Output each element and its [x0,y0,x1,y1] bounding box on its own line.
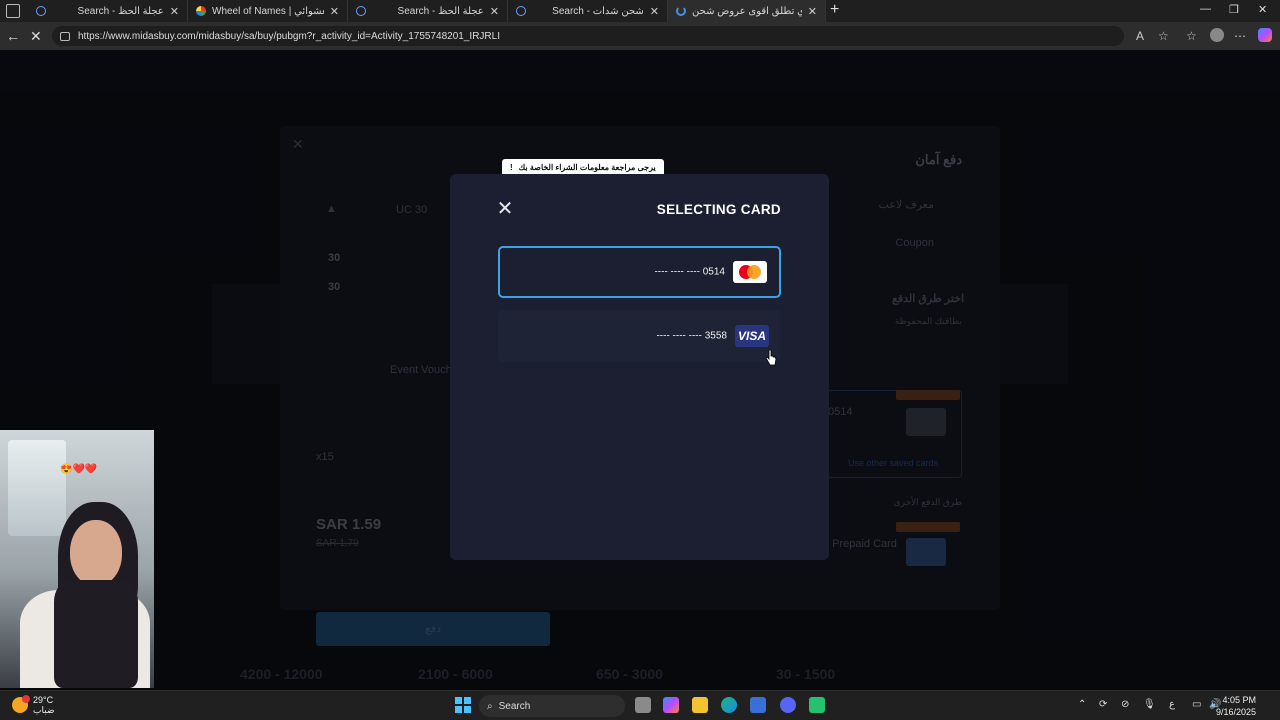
discord-icon[interactable] [780,697,796,713]
tab-search-1[interactable]: Search - عجلة الحظ ✕ [28,0,188,22]
tab-search-3[interactable]: Search - شحن شدات ✕ [508,0,668,22]
windows-start-icon[interactable] [455,697,471,713]
windows-taskbar: 29°C ضباب ⌕ Search ⌃ ⟳ ⊘ 🎙 ع ▭ 🔊 4:05 PM… [0,690,1280,720]
close-tab-icon[interactable]: ✕ [650,5,659,18]
visa-icon: VISA [735,325,769,347]
copilot-icon[interactable] [1258,28,1272,42]
input-language[interactable]: ع [1169,699,1175,710]
network-off-icon[interactable]: ⊘ [1121,699,1129,710]
loading-icon [676,6,686,16]
display-icon[interactable]: ▭ [1192,699,1201,710]
selecting-card-modal: ✕ SELECTING CARD ---- ---- ---- 0514 ---… [450,174,829,560]
close-tab-icon[interactable]: ✕ [170,5,179,18]
favorites-icon[interactable]: ☆ [1186,29,1197,43]
show-hidden-icons-icon[interactable]: ⌃ [1078,699,1086,710]
time: 4:05 PM [1222,695,1256,705]
tab-title: Search - عجلة الحظ [77,5,164,17]
search-label: Search [498,700,531,712]
tab-title: Search - شحن شدات [552,5,644,17]
search-icon: ⌕ [487,700,493,712]
task-view-icon[interactable] [635,697,651,713]
modal-title: SELECTING CARD [656,202,781,217]
tab-search-2[interactable]: Search - عجلة الحظ ✕ [348,0,508,22]
taskbar-search[interactable]: ⌕ Search [479,695,625,717]
car-window [8,440,66,536]
favorite-star-icon[interactable]: ☆ [1158,29,1169,43]
close-tab-icon[interactable]: ✕ [330,5,339,18]
weather-sun-icon [12,695,30,713]
file-explorer-icon[interactable] [692,697,708,713]
lock-icon[interactable] [60,31,70,41]
green-app-icon[interactable] [809,697,825,713]
card-number: ---- ---- ---- 0514 [654,266,725,278]
restore-icon[interactable]: ❐ [1229,3,1239,16]
browser-tab-bar: Search - عجلة الحظ ✕ Wheel of Names | ال… [0,0,1280,22]
card-option-visa[interactable]: ---- ---- ---- 3558 VISA [498,310,781,362]
new-tab-button[interactable]: + [830,1,846,19]
tab-actions-menu-icon[interactable] [6,4,20,18]
date: 9/16/2025 [1215,707,1256,717]
minimize-icon[interactable]: — [1200,3,1211,15]
edge-browser-icon[interactable] [721,697,737,713]
microsoft-store-icon[interactable] [750,697,766,713]
card-option-mastercard[interactable]: ---- ---- ---- 0514 [498,246,781,298]
sync-icon[interactable]: ⟳ [1099,699,1107,710]
back-arrow-icon[interactable]: ← [6,28,20,44]
tab-title: Wheel of Names | الاسم العشوائي [212,5,324,17]
tooltip-text: يرجى مراجعة معلومات الشراء الخاصة بك [518,163,656,172]
tab-title: Search - عجلة الحظ [397,5,484,17]
address-toolbar: ← ✕ https://www.midasbuy.com/midasbuy/sa… [0,22,1280,50]
weather-widget[interactable]: 29°C ضباب [12,695,55,715]
close-icon[interactable]: ✕ [496,199,514,219]
system-clock[interactable]: 4:05 PM 9/16/2025 [1216,694,1256,718]
wheel-icon [196,6,206,16]
tab-title: ميداس باي تطلق أقوى عروض شحن [692,5,802,17]
search-icon [356,6,366,16]
mastercard-icon [733,261,767,283]
close-window-icon[interactable]: ✕ [1258,3,1267,16]
stop-loading-icon[interactable]: ✕ [30,28,42,45]
face [70,520,122,586]
tab-wheel-of-names[interactable]: Wheel of Names | الاسم العشوائي ✕ [188,0,348,22]
weather-description: ضباب [33,705,55,715]
read-aloud-icon[interactable]: A [1136,29,1144,43]
search-icon [36,6,46,16]
address-bar[interactable]: https://www.midasbuy.com/midasbuy/sa/buy… [52,26,1124,46]
copilot-taskbar-icon[interactable] [663,697,679,713]
card-number: ---- ---- ---- 3558 [656,330,727,342]
emoji-sticker-icon: 😍❤️❤️ [60,464,98,475]
tab-midasbuy[interactable]: ميداس باي تطلق أقوى عروض شحن ✕ [668,0,826,22]
profile-avatar[interactable] [1210,28,1224,42]
close-tab-icon[interactable]: ✕ [490,5,499,18]
scarf [54,580,138,688]
webcam-overlay: 😍❤️❤️ [0,430,154,688]
temperature: 29°C [33,695,54,705]
hand-cursor-icon [765,349,777,366]
close-tab-icon[interactable]: ✕ [808,5,817,18]
more-options-icon[interactable]: ⋯ [1234,29,1246,43]
url-text: https://www.midasbuy.com/midasbuy/sa/buy… [78,30,500,42]
microphone-icon[interactable]: 🎙 [1143,699,1156,710]
search-icon [516,6,526,16]
